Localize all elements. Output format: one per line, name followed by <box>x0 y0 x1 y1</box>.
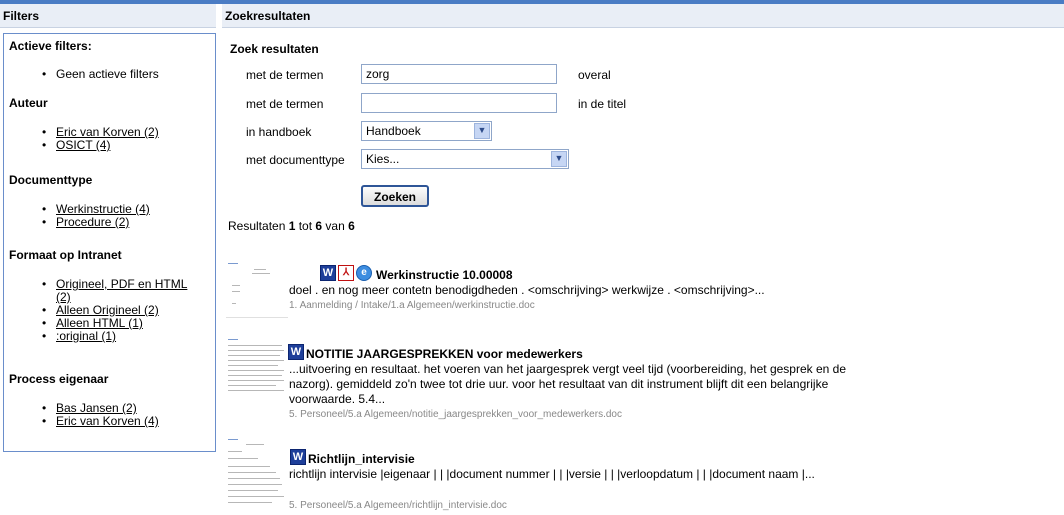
thumb-line <box>228 350 284 351</box>
chevron-down-icon[interactable]: ▼ <box>474 123 490 139</box>
result-icons: W <box>288 344 304 360</box>
thumb-line <box>228 365 278 366</box>
thumb-line <box>246 444 264 445</box>
doctype-list: Werkinstructie (4) Procedure (2) <box>4 202 209 230</box>
thumb-line <box>228 390 284 391</box>
filter-format-all[interactable]: Origineel, PDF en HTML (2) <box>56 277 187 304</box>
terms-input[interactable] <box>361 64 557 84</box>
filter-format-all-label: Origineel, PDF en HTML <box>56 277 188 291</box>
thumb-line <box>228 339 238 340</box>
result-thumbnail[interactable] <box>226 259 288 321</box>
thumb-line <box>228 375 282 376</box>
filter-format-original[interactable]: Alleen Origineel (2) <box>56 303 159 317</box>
author-list: Eric van Korven (2) OSICT (4) <box>4 125 209 153</box>
result-snippet: ...uitvoering en resultaat. het voeren v… <box>289 362 846 406</box>
doctype-select-value: Kies... <box>366 152 400 166</box>
terms-label: met de termen <box>246 68 324 82</box>
author-title: Auteur <box>9 96 48 110</box>
owner-list: Bas Jansen (2) Eric van Korven (4) <box>4 401 209 429</box>
thumb-line <box>254 269 266 270</box>
result-path: 5. Personeel/5.a Algemeen/notitie_jaarge… <box>289 409 622 420</box>
thumb-line <box>228 345 282 346</box>
thumb-line <box>228 496 284 497</box>
result-path: 5. Personeel/5.a Algemeen/richtlijn_inte… <box>289 500 507 511</box>
search-button[interactable]: Zoeken <box>361 185 429 207</box>
terms-scope-label: overal <box>578 68 611 82</box>
filter-author-eric[interactable]: Eric van Korven (2) <box>56 125 159 139</box>
filter-owner-eric[interactable]: Eric van Korven (4) <box>56 414 159 428</box>
result-snippet: doel . en nog meer contetn benodigdheden… <box>289 283 765 297</box>
result-title[interactable]: Werkinstructie 10.00008 <box>376 268 513 282</box>
doctype-title: Documenttype <box>9 173 93 187</box>
thumb-line <box>228 458 258 459</box>
thumb-line <box>228 478 280 479</box>
format-title: Formaat op Intranet <box>9 248 122 262</box>
thumb-line <box>252 273 270 274</box>
results-count-total: 6 <box>348 219 355 233</box>
thumb-line <box>228 439 238 440</box>
filter-author-osict[interactable]: OSICT (4) <box>56 138 110 152</box>
search-title: Zoek resultaten <box>230 42 319 56</box>
active-filters-title: Actieve filters: <box>9 39 92 53</box>
result-icons: W ⅄ e <box>320 265 372 281</box>
thumb-line <box>228 484 282 485</box>
thumb-line <box>228 263 238 264</box>
chevron-down-icon[interactable]: ▼ <box>551 151 567 167</box>
results-count-prefix: Resultaten <box>228 219 289 233</box>
handbook-select[interactable]: Handboek ▼ <box>361 121 492 141</box>
filter-format-all-count: (2) <box>56 290 71 304</box>
filters-panel: Actieve filters: Geen actieve filters Au… <box>3 33 216 452</box>
active-filters-list: Geen actieve filters <box>4 68 209 82</box>
thumb-line <box>228 472 276 473</box>
thumb-line <box>228 466 270 467</box>
owner-title: Process eigenaar <box>9 372 109 386</box>
filter-format-original-raw[interactable]: :original (1) <box>56 329 116 343</box>
thumb-line <box>228 370 284 371</box>
result-title[interactable]: NOTITIE JAARGESPREKKEN voor medewerkers <box>306 347 583 361</box>
word-icon[interactable]: W <box>288 344 304 360</box>
thumb-line <box>232 291 240 292</box>
results-count: Resultaten 1 tot 6 van 6 <box>228 219 355 233</box>
handbook-select-value: Handboek <box>366 124 421 138</box>
result-thumbnail[interactable] <box>226 436 288 515</box>
filters-header: Filters <box>0 4 216 28</box>
title-terms-input[interactable] <box>361 93 557 113</box>
list-item: Geen actieve filters <box>4 68 209 82</box>
thumb-line <box>228 380 284 381</box>
results-count-mid2: van <box>322 219 349 233</box>
thumb-line <box>232 285 240 286</box>
results-header: Zoekresultaten <box>222 4 1064 28</box>
format-list: Origineel, PDF en HTML(2) Alleen Origine… <box>4 277 209 344</box>
result-thumbnail[interactable] <box>226 336 288 398</box>
thumb-line <box>226 317 288 318</box>
result-icons: W <box>290 449 306 465</box>
result-title[interactable]: Richtlijn_intervisie <box>308 452 415 466</box>
pdf-icon[interactable]: ⅄ <box>338 265 354 281</box>
word-icon[interactable]: W <box>320 265 336 281</box>
title-terms-label: met de termen <box>246 97 324 111</box>
thumb-line <box>228 490 278 491</box>
result-snippet: richtlijn intervisie |eigenaar | | |docu… <box>289 467 815 481</box>
filter-owner-bas[interactable]: Bas Jansen (2) <box>56 401 137 415</box>
thumb-line <box>228 451 242 452</box>
thumb-line <box>228 385 276 386</box>
doctype-filter-label: met documenttype <box>246 153 345 167</box>
handbook-label: in handboek <box>246 125 312 139</box>
filter-doctype-werkinstructie[interactable]: Werkinstructie (4) <box>56 202 150 216</box>
title-scope-label: in de titel <box>578 97 627 111</box>
thumb-line <box>228 502 272 503</box>
result-path: 1. Aanmelding / Intake/1.a Algemeen/werk… <box>289 300 535 311</box>
filter-format-html[interactable]: Alleen HTML (1) <box>56 316 143 330</box>
results-count-mid: tot <box>295 219 316 233</box>
doctype-select[interactable]: Kies... ▼ <box>361 149 569 169</box>
thumb-line <box>228 360 284 361</box>
filter-doctype-procedure[interactable]: Procedure (2) <box>56 215 129 229</box>
word-icon[interactable]: W <box>290 449 306 465</box>
html-icon[interactable]: e <box>356 265 372 281</box>
thumb-line <box>232 303 236 304</box>
thumb-line <box>228 355 280 356</box>
